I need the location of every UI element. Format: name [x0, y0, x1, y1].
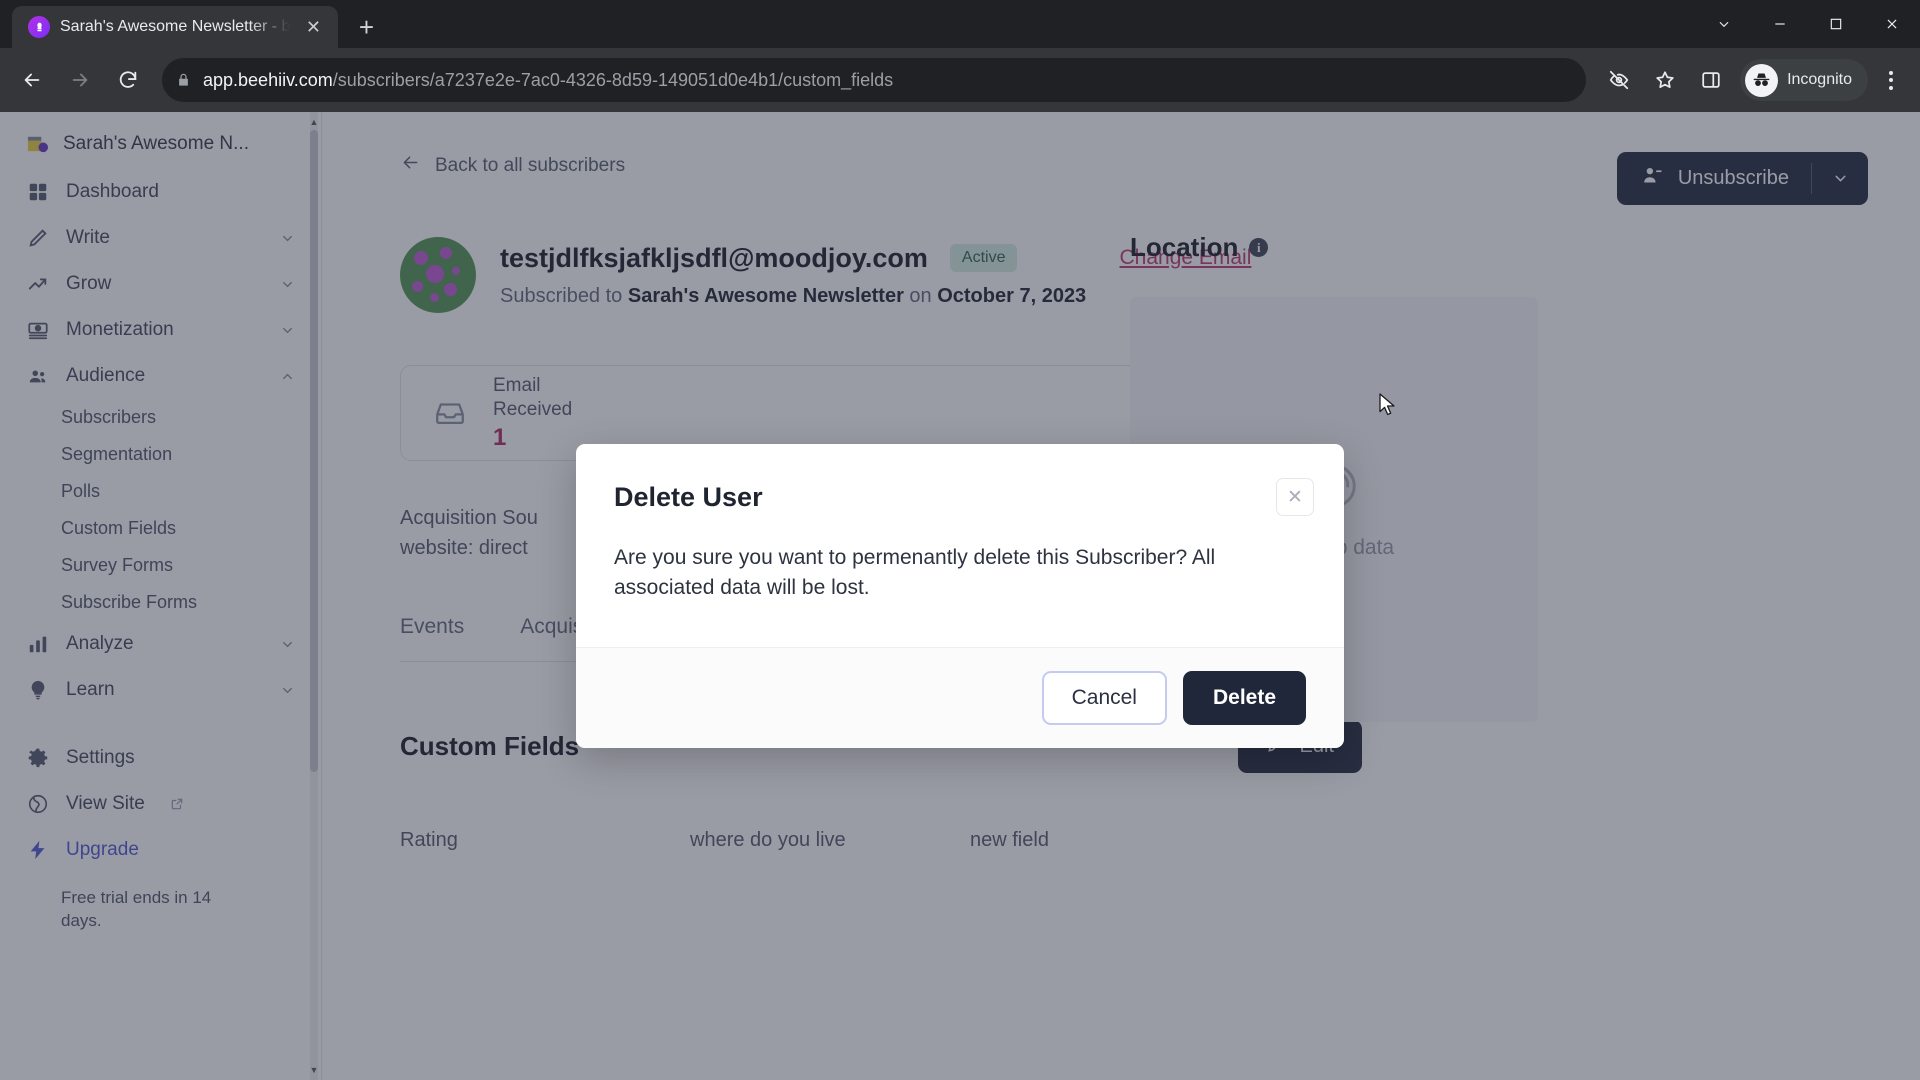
tab-strip: Sarah's Awesome Newsletter - b ✕ +: [0, 0, 1920, 48]
incognito-icon: [1745, 63, 1779, 97]
delete-user-modal-layer: Delete User ✕ Are you sure you want to p…: [0, 112, 1920, 1080]
maximize-icon[interactable]: [1808, 0, 1864, 48]
browser-tab[interactable]: Sarah's Awesome Newsletter - b ✕: [12, 6, 339, 48]
minimize-all-icon[interactable]: [1696, 0, 1752, 48]
browser-toolbar: app.beehiiv.com/subscribers/a7237e2e-7ac…: [0, 48, 1920, 112]
modal-message: Are you sure you want to permenantly del…: [614, 546, 1216, 599]
new-tab-button[interactable]: +: [348, 9, 384, 45]
minimize-icon[interactable]: [1752, 0, 1808, 48]
modal-footer: Cancel Delete: [576, 646, 1344, 748]
lock-icon: [176, 71, 191, 89]
reload-icon[interactable]: [106, 58, 150, 102]
address-bar[interactable]: app.beehiiv.com/subscribers/a7237e2e-7ac…: [162, 58, 1587, 102]
side-panel-icon[interactable]: [1690, 59, 1732, 101]
tab-title: Sarah's Awesome Newsletter - b: [60, 18, 291, 35]
profile-label: Incognito: [1787, 71, 1852, 88]
cancel-button[interactable]: Cancel: [1041, 670, 1167, 725]
chrome-menu-icon[interactable]: [1872, 59, 1910, 101]
close-icon[interactable]: ✕: [1276, 478, 1314, 516]
modal-body: Delete User ✕ Are you sure you want to p…: [576, 444, 1344, 647]
url-host: app.beehiiv.com: [203, 69, 333, 90]
url-text: app.beehiiv.com/subscribers/a7237e2e-7ac…: [203, 70, 893, 91]
tracking-protection-icon[interactable]: [1598, 59, 1640, 101]
back-icon[interactable]: [10, 58, 54, 102]
browser-window: Sarah's Awesome Newsletter - b ✕ + app.b…: [0, 0, 1920, 1080]
profile-incognito-button[interactable]: Incognito: [1740, 59, 1868, 101]
delete-button[interactable]: Delete: [1182, 670, 1306, 725]
url-path: /subscribers/a7237e2e-7ac0-4326-8d59-149…: [332, 69, 894, 90]
window-controls: [1696, 0, 1920, 48]
close-icon[interactable]: [1864, 0, 1920, 48]
bookmark-star-icon[interactable]: [1644, 59, 1686, 101]
forward-icon: [58, 58, 102, 102]
modal-title: Delete User: [614, 482, 763, 512]
delete-user-modal: Delete User ✕ Are you sure you want to p…: [576, 444, 1344, 748]
page-viewport: Sarah's Awesome N... Dashboard Write Gro…: [0, 112, 1920, 1080]
beehiiv-icon: [28, 16, 50, 38]
tab-close-icon[interactable]: ✕: [300, 14, 326, 40]
